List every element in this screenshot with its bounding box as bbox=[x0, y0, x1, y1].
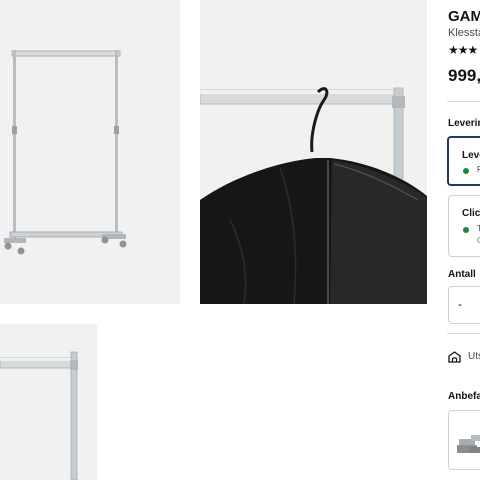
store-icon bbox=[448, 350, 461, 368]
delivery-option-click-collect[interactable]: Click T C bbox=[448, 195, 480, 257]
delivery-option-home[interactable]: Levering F bbox=[447, 136, 480, 186]
product-subtitle: Klesstativ bbox=[448, 27, 480, 39]
recommendations-label: Anbefalt bbox=[448, 391, 480, 402]
quantity-label: Antall bbox=[448, 269, 476, 280]
delivery-option-title: Click bbox=[462, 208, 480, 219]
product-image-rail-detail[interactable] bbox=[0, 324, 97, 480]
divider bbox=[447, 333, 480, 334]
store-availability-text: Utstilling bbox=[468, 351, 480, 362]
quantity-decrease-button[interactable]: - bbox=[458, 297, 462, 311]
product-image-rack[interactable] bbox=[0, 0, 180, 304]
product-image-garment-bag[interactable] bbox=[200, 0, 427, 304]
rail-detail-illustration bbox=[0, 351, 78, 480]
product-price: 999,- bbox=[448, 66, 480, 85]
in-stock-dot-icon bbox=[463, 227, 469, 233]
divider bbox=[447, 101, 480, 102]
product-title: GAMLEBY bbox=[448, 8, 480, 25]
clothes-rack-illustration bbox=[4, 50, 127, 255]
recommended-product-image bbox=[457, 435, 480, 453]
quantity-stepper[interactable]: - bbox=[448, 286, 480, 324]
garment-bag-illustration bbox=[200, 87, 427, 304]
rating-stars[interactable]: ★★★ bbox=[448, 43, 478, 57]
delivery-option-title: Levering bbox=[462, 150, 480, 161]
in-stock-dot-icon bbox=[463, 168, 469, 174]
product-info-panel: GAMLEBY Klesstativ ★★★ 999,- Levering Le… bbox=[447, 0, 480, 480]
recommended-product-card[interactable] bbox=[448, 410, 480, 470]
delivery-section-label: Levering bbox=[448, 118, 480, 129]
